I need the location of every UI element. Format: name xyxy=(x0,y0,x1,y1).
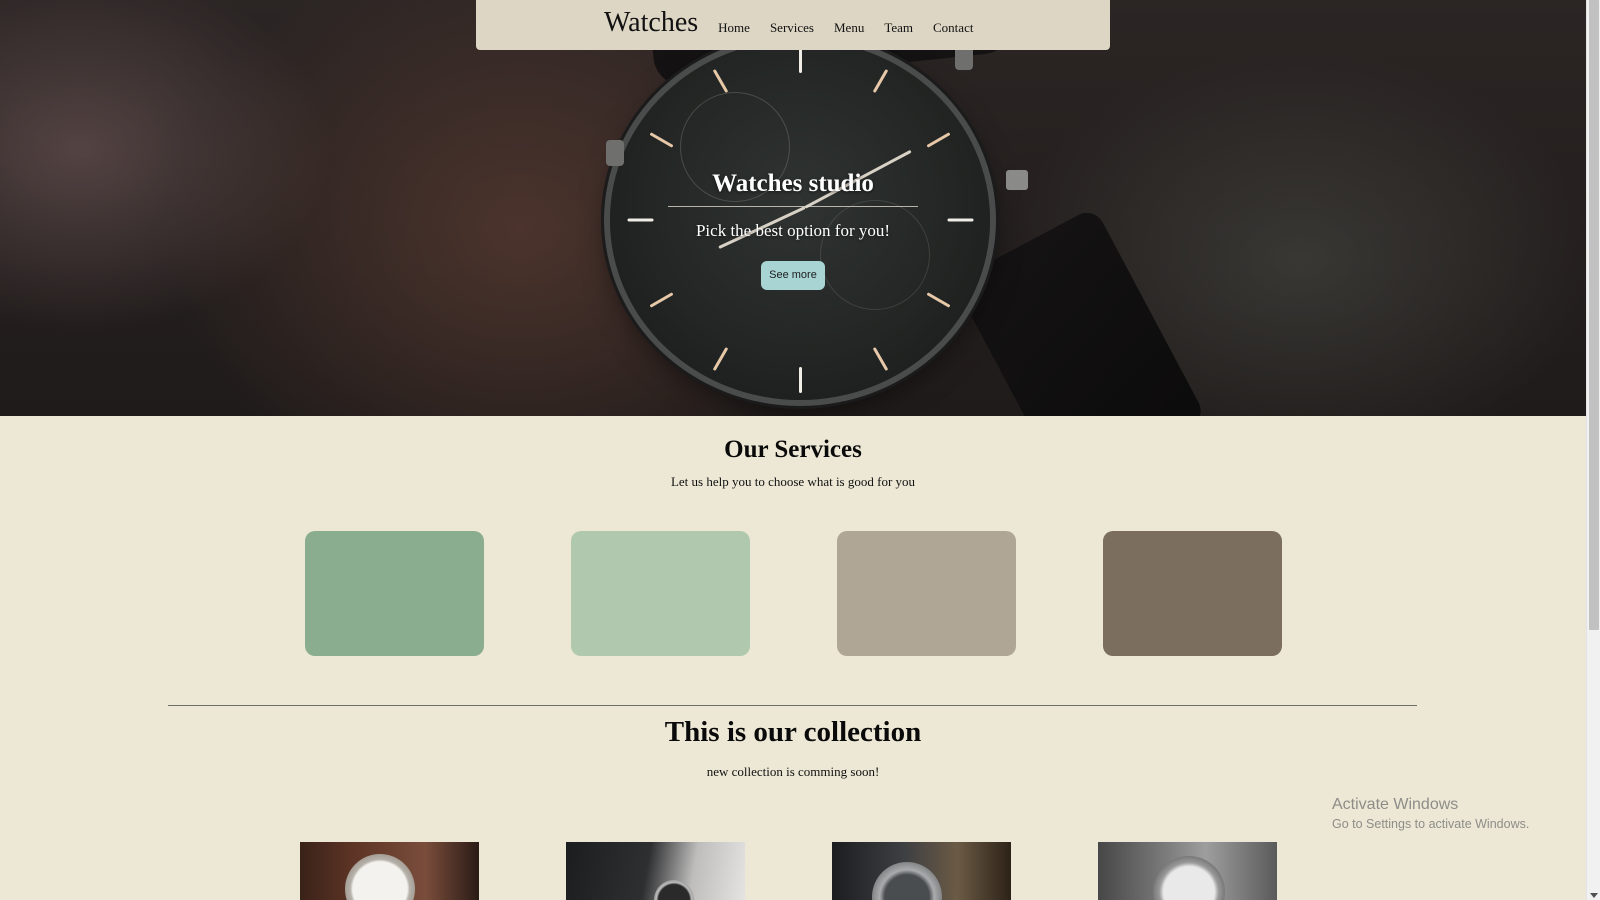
hero-banner: Watches studio Pick the best option for … xyxy=(0,0,1586,416)
brand-logo[interactable]: Watches xyxy=(604,7,698,39)
nav-links: Home Services Menu Team Contact xyxy=(718,20,993,36)
section-divider xyxy=(168,705,1417,706)
scrollbar-thumb[interactable] xyxy=(1589,0,1599,630)
navbar: Watches Home Services Menu Team Contact xyxy=(476,0,1110,50)
watch-hour-tick xyxy=(798,367,802,393)
collection-title: This is our collection xyxy=(664,716,922,748)
service-card[interactable] xyxy=(1103,531,1282,656)
collection-photo-chronograph-watch[interactable] xyxy=(1098,842,1277,900)
collection-photo-brown-strap-watch[interactable] xyxy=(300,842,479,900)
watch-dial xyxy=(345,854,415,900)
collection-photo-steel-bracelet-watch[interactable] xyxy=(832,842,1011,900)
watermark-title: Activate Windows xyxy=(1332,796,1459,813)
service-card[interactable] xyxy=(837,531,1016,656)
watch-hour-tick xyxy=(798,47,802,73)
collection-subtitle: new collection is comming soon! xyxy=(706,764,880,779)
page: Watches studio Pick the best option for … xyxy=(0,0,1586,900)
hero-watch-lug xyxy=(606,140,624,166)
see-more-button[interactable]: See more xyxy=(761,261,825,290)
nav-link-services[interactable]: Services xyxy=(770,20,814,36)
hero-title: Watches studio xyxy=(712,170,874,197)
watch-dial xyxy=(872,862,942,900)
nav-link-menu[interactable]: Menu xyxy=(834,20,864,36)
services-title: Our Services xyxy=(724,436,862,463)
collection-photo-black-sleeve-watch[interactable] xyxy=(566,842,745,900)
watch-dial xyxy=(654,880,694,900)
hero-subtitle: Pick the best option for you! xyxy=(695,221,891,240)
nav-link-team[interactable]: Team xyxy=(884,20,913,36)
service-card[interactable] xyxy=(571,531,750,656)
nav-link-home[interactable]: Home xyxy=(718,20,750,36)
hero-divider xyxy=(668,206,918,207)
services-subtitle: Let us help you to choose what is good f… xyxy=(670,474,916,489)
watch-dial xyxy=(1153,856,1225,900)
windows-activation-watermark: Activate Windows Go to Settings to activ… xyxy=(1332,796,1529,831)
scroll-down-arrow-icon[interactable] xyxy=(1590,893,1598,898)
nav-link-contact[interactable]: Contact xyxy=(933,20,973,36)
watermark-subtitle: Go to Settings to activate Windows. xyxy=(1332,817,1530,831)
service-card[interactable] xyxy=(305,531,484,656)
vertical-scrollbar[interactable] xyxy=(1586,0,1600,900)
hero-content: Watches studio Pick the best option for … xyxy=(0,170,1586,290)
